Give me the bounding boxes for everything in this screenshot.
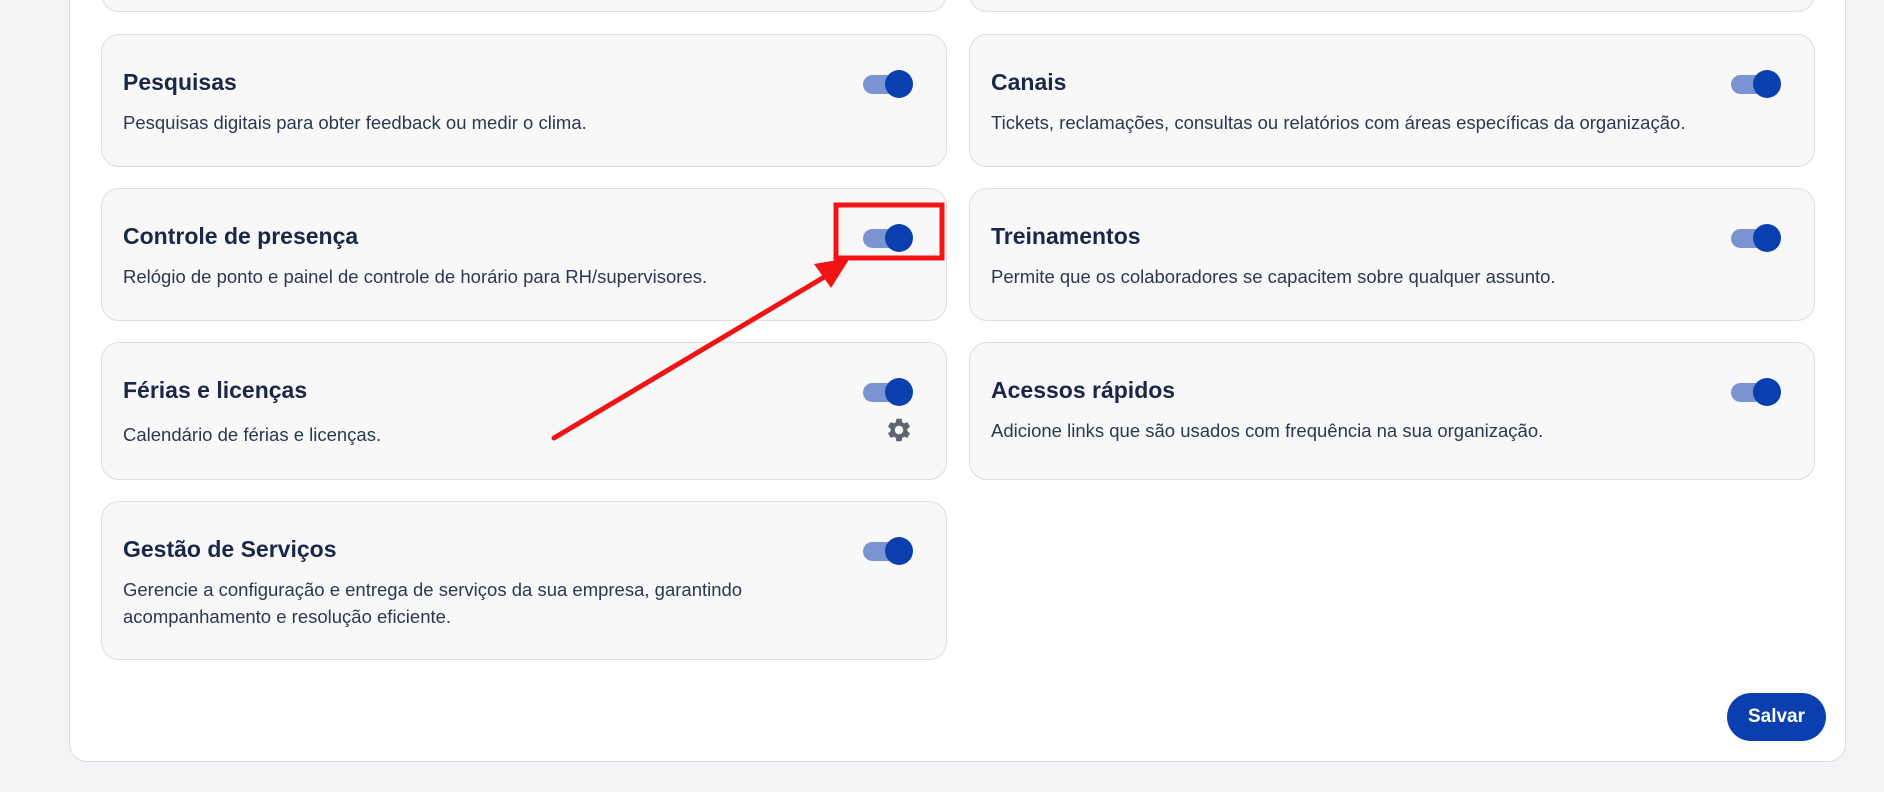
toggle-switch[interactable] xyxy=(863,223,913,253)
module-title: Pesquisas xyxy=(123,69,237,95)
card-partial-right xyxy=(969,0,1815,12)
toggle-switch[interactable] xyxy=(863,536,913,566)
module-card-canais: Canais Tickets, reclamações, consultas o… xyxy=(969,34,1815,167)
module-card-treinamentos: Treinamentos Permite que os colaboradore… xyxy=(969,188,1815,321)
gear-icon[interactable] xyxy=(885,416,913,444)
module-card-acessos-rapidos: Acessos rápidos Adicione links que são u… xyxy=(969,342,1815,480)
module-title: Controle de presença xyxy=(123,223,359,249)
save-button[interactable]: Salvar xyxy=(1727,693,1826,741)
toggle-switch[interactable] xyxy=(1731,377,1781,407)
module-title: Canais xyxy=(991,69,1067,95)
toggle-switch[interactable] xyxy=(1731,223,1781,253)
module-title: Acessos rápidos xyxy=(991,377,1176,403)
toggle-switch[interactable] xyxy=(1731,69,1781,99)
module-card-gestao-de-servicos: Gestão de Serviços Gerencie a configuraç… xyxy=(101,501,947,660)
card-partial-left xyxy=(101,0,947,12)
module-description: Adicione links que são usados com frequê… xyxy=(991,420,1544,441)
module-card-pesquisas: Pesquisas Pesquisas digitais para obter … xyxy=(101,34,947,167)
module-title: Treinamentos xyxy=(991,223,1141,249)
module-title: Gestão de Serviços xyxy=(123,536,337,562)
module-description: Pesquisas digitais para obter feedback o… xyxy=(123,112,587,133)
module-description: Calendário de férias e licenças. xyxy=(123,424,382,445)
module-description: Gerencie a configuração e entrega de ser… xyxy=(123,579,743,627)
module-card-ferias-e-licencas: Férias e licenças Calendário de férias e… xyxy=(101,342,947,480)
module-title: Férias e licenças xyxy=(123,377,308,403)
module-description: Permite que os colaboradores se capacite… xyxy=(991,266,1556,287)
module-card-controle-de-presenca: Controle de presença Relógio de ponto e … xyxy=(101,188,947,321)
module-description: Relógio de ponto e painel de controle de… xyxy=(123,266,708,287)
toggle-switch[interactable] xyxy=(863,69,913,99)
toggle-switch[interactable] xyxy=(863,377,913,407)
module-description: Tickets, reclamações, consultas ou relat… xyxy=(991,112,1686,133)
